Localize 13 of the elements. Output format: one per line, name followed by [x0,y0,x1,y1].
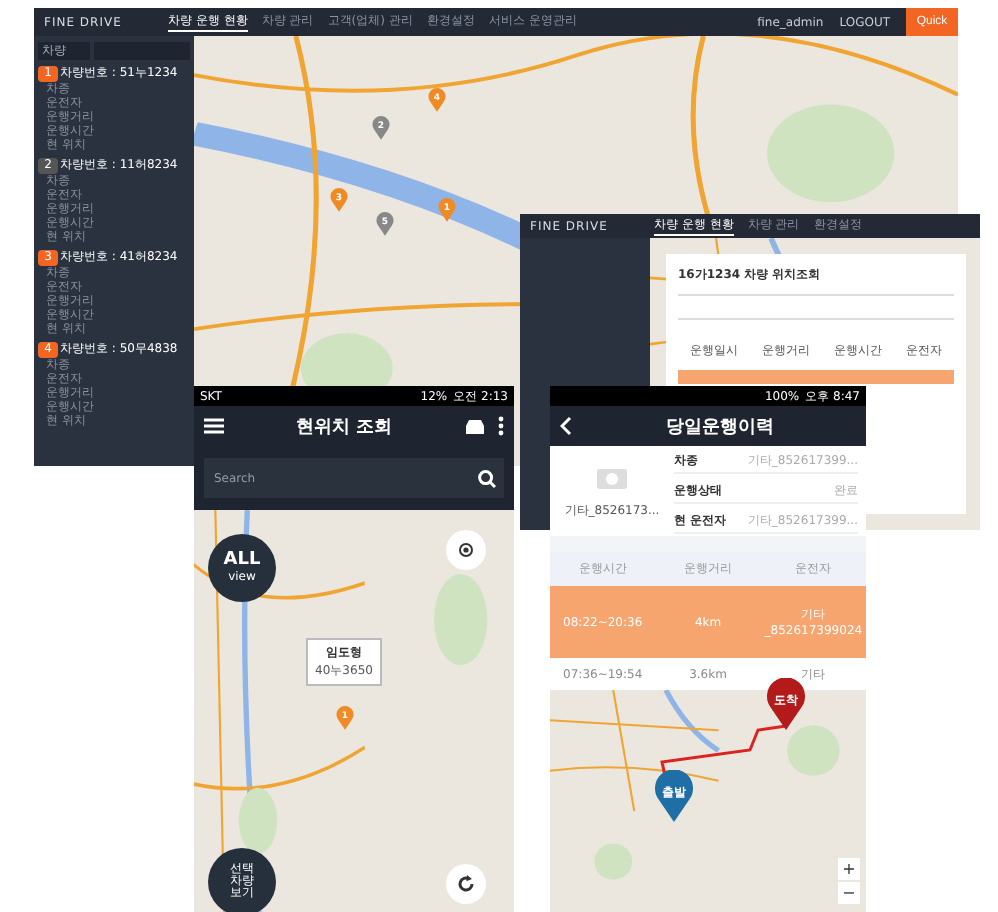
target-icon [456,540,476,560]
screen-title: 당일운행이력 [664,415,776,439]
back-icon[interactable] [560,416,572,436]
search-icon [477,469,495,487]
camera-icon [596,463,628,489]
refresh-icon [456,874,476,894]
zoom-out-button[interactable]: − [838,882,860,904]
screen-title: 현위치 조회 [293,415,395,439]
zoom-in-button[interactable]: + [838,858,860,880]
car-icon[interactable] [464,417,486,435]
more-icon[interactable] [498,416,504,436]
search-button[interactable] [468,458,504,498]
menu-icon[interactable] [204,418,224,434]
